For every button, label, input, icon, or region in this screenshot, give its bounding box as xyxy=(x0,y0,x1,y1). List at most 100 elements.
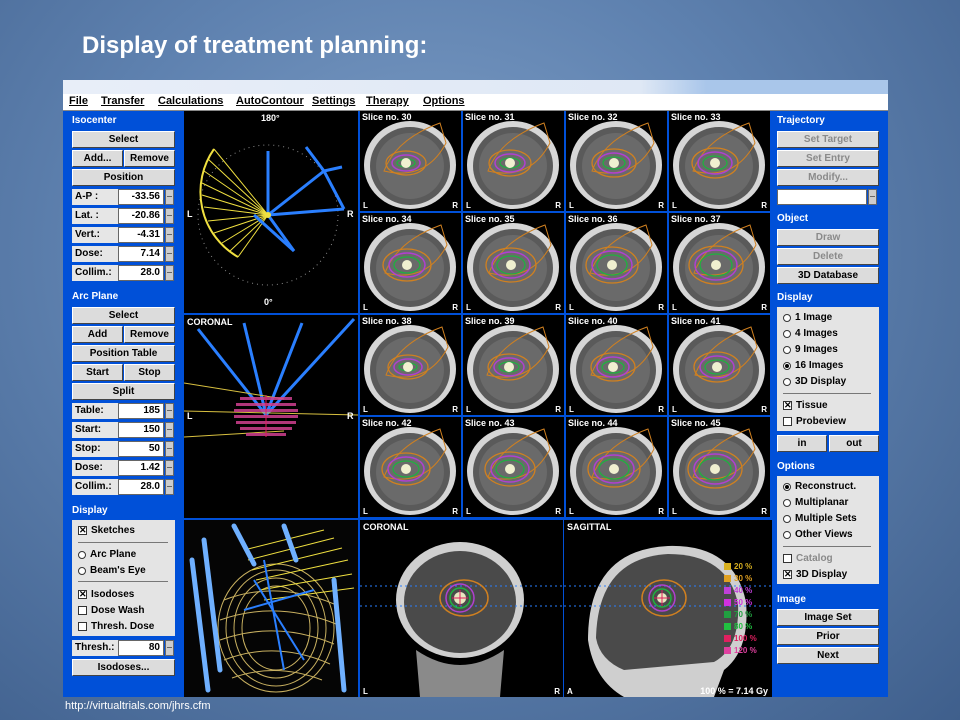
vert-input[interactable]: -4.31 xyxy=(118,227,164,243)
modify-button[interactable]: Modify... xyxy=(777,169,879,186)
slice-left-marker: L xyxy=(569,507,574,516)
tissue-checkbox[interactable]: ✕ Tissue xyxy=(783,400,828,411)
menu-options[interactable]: Options xyxy=(423,95,465,107)
multiplanar-radio[interactable]: Multiplanar xyxy=(783,497,848,508)
arc-start-button[interactable]: Start xyxy=(72,364,123,381)
sketches-checkbox[interactable]: ✕ Sketches xyxy=(78,525,135,536)
zoom-out-button[interactable]: out xyxy=(829,435,879,452)
trajectory-input[interactable] xyxy=(777,189,867,205)
ct-slice-33[interactable]: Slice no. 33 L R xyxy=(669,111,770,211)
table-input[interactable]: 185 xyxy=(118,403,164,419)
coronal-ct-view[interactable]: CORONAL L R xyxy=(360,520,563,697)
ap-spinner[interactable] xyxy=(165,189,174,205)
lat-spinner[interactable] xyxy=(165,208,174,224)
prior-button[interactable]: Prior xyxy=(777,628,879,645)
zoom-in-button[interactable]: in xyxy=(777,435,827,452)
trajectory-spinner[interactable] xyxy=(868,189,877,205)
ct-slice-40[interactable]: Slice no. 40 L R xyxy=(566,315,667,415)
arc-dose-spinner[interactable] xyxy=(165,460,174,476)
ct-slice-30[interactable]: Slice no. 30 L R xyxy=(360,111,461,211)
menu-therapy[interactable]: Therapy xyxy=(366,95,409,107)
menu-transfer[interactable]: Transfer xyxy=(101,95,144,107)
start-spinner[interactable] xyxy=(165,422,174,438)
thresh-input[interactable]: 80 xyxy=(118,640,164,656)
isocenter-remove-button[interactable]: Remove xyxy=(124,150,175,167)
iso-dose-input[interactable]: 7.14 xyxy=(118,246,164,262)
display-4-images-radio[interactable]: 4 Images xyxy=(783,328,838,339)
arc-add-button[interactable]: Add xyxy=(72,326,123,343)
beams-eye-radio[interactable]: Beam's Eye xyxy=(78,565,146,576)
isocenter-select-button[interactable]: Select xyxy=(72,131,175,148)
isocenter-add-button[interactable]: Add... xyxy=(72,150,123,167)
arc-diagram-view[interactable]: 180° 0° L R xyxy=(184,111,358,313)
other-views-radio[interactable]: Other Views xyxy=(783,529,853,540)
dose-wash-checkbox[interactable]: Dose Wash xyxy=(78,605,145,616)
arc-plane-radio[interactable]: Arc Plane xyxy=(78,549,136,560)
thresh-spinner[interactable] xyxy=(165,640,174,656)
delete-button[interactable]: Delete xyxy=(777,248,879,265)
arc-collim-spinner[interactable] xyxy=(165,479,174,495)
start-input[interactable]: 150 xyxy=(118,422,164,438)
thresh-dose-checkbox[interactable]: Thresh. Dose xyxy=(78,621,154,632)
ct-slice-42[interactable]: Slice no. 42 L R xyxy=(360,417,461,517)
ct-slice-36[interactable]: Slice no. 36 L R xyxy=(566,213,667,313)
vert-spinner[interactable] xyxy=(165,227,174,243)
ct-slice-31[interactable]: Slice no. 31 L R xyxy=(463,111,564,211)
ct-slice-34[interactable]: Slice no. 34 L R xyxy=(360,213,461,313)
set-entry-button[interactable]: Set Entry xyxy=(777,150,879,167)
iso-collim-input[interactable]: 28.0 xyxy=(118,265,164,281)
lat-input[interactable]: -20.86 xyxy=(118,208,164,224)
arc-select-button[interactable]: Select xyxy=(72,307,175,324)
arc-dose-input[interactable]: 1.42 xyxy=(118,460,164,476)
ct-slice-38[interactable]: Slice no. 38 L R xyxy=(360,315,461,415)
ct-slice-39[interactable]: Slice no. 39 L R xyxy=(463,315,564,415)
isocenter-position-button[interactable]: Position xyxy=(72,169,175,186)
3d-display-checkbox[interactable]: ✕ 3D Display xyxy=(783,569,847,580)
menu-settings[interactable]: Settings xyxy=(312,95,355,107)
ct-slice-44[interactable]: Slice no. 44 L R xyxy=(566,417,667,517)
table-spinner[interactable] xyxy=(165,403,174,419)
iso-collim-spinner[interactable] xyxy=(165,265,174,281)
probeview-checkbox[interactable]: Probeview xyxy=(783,416,846,427)
menu-autocontour[interactable]: AutoContour xyxy=(236,95,304,107)
ct-slice-41[interactable]: Slice no. 41 L R xyxy=(669,315,770,415)
slice-right-marker: R xyxy=(658,405,664,414)
isodoses-checkbox[interactable]: ✕ Isodoses xyxy=(78,589,134,600)
catalog-checkbox[interactable]: Catalog xyxy=(783,553,833,564)
menu-file[interactable]: File xyxy=(69,95,88,107)
isodoses-button[interactable]: Isodoses... xyxy=(72,659,175,676)
iso-dose-spinner[interactable] xyxy=(165,246,174,262)
object-label: Object xyxy=(777,213,809,224)
display-3d-radio[interactable]: 3D Display xyxy=(783,376,846,387)
ct-slice-37[interactable]: Slice no. 37 L R xyxy=(669,213,770,313)
sagittal-ct-view[interactable]: SAGITTAL A 100 % = 7.14 Gy 20 % 30 % 40 % 5… xyxy=(564,520,772,697)
set-target-button[interactable]: Set Target xyxy=(777,131,879,148)
ct-slice-32[interactable]: Slice no. 32 L R xyxy=(566,111,667,211)
stop-input[interactable]: 50 xyxy=(118,441,164,457)
dose-wash-label: Dose Wash xyxy=(91,605,145,616)
reconstruct-radio[interactable]: Reconstruct. xyxy=(783,481,856,492)
3d-database-button[interactable]: 3D Database xyxy=(777,267,879,284)
arc-split-button[interactable]: Split xyxy=(72,383,175,400)
ct-slice-45[interactable]: Slice no. 45 L R xyxy=(669,417,770,517)
position-table-button[interactable]: Position Table xyxy=(72,345,175,362)
arc-collim-input[interactable]: 28.0 xyxy=(118,479,164,495)
coronal-beam-view[interactable]: CORONAL L R xyxy=(184,315,358,518)
display-9-images-radio[interactable]: 9 Images xyxy=(783,344,838,355)
arc-plane-option-label: Arc Plane xyxy=(90,549,137,560)
image-set-button[interactable]: Image Set xyxy=(777,609,879,626)
iso-collim-label: Collim.: xyxy=(72,265,118,281)
next-button[interactable]: Next xyxy=(777,647,879,664)
display-1-image-radio[interactable]: 1 Image xyxy=(783,312,832,323)
menu-calculations[interactable]: Calculations xyxy=(158,95,223,107)
stop-spinner[interactable] xyxy=(165,441,174,457)
arc-stop-button[interactable]: Stop xyxy=(124,364,175,381)
multiple-sets-radio[interactable]: Multiple Sets xyxy=(783,513,857,524)
ap-input[interactable]: -33.56 xyxy=(118,189,164,205)
ct-slice-43[interactable]: Slice no. 43 L R xyxy=(463,417,564,517)
draw-button[interactable]: Draw xyxy=(777,229,879,246)
ct-slice-35[interactable]: Slice no. 35 L R xyxy=(463,213,564,313)
3d-render-view[interactable] xyxy=(184,520,358,697)
display-16-images-radio[interactable]: 16 Images xyxy=(783,360,843,371)
arc-remove-button[interactable]: Remove xyxy=(124,326,175,343)
